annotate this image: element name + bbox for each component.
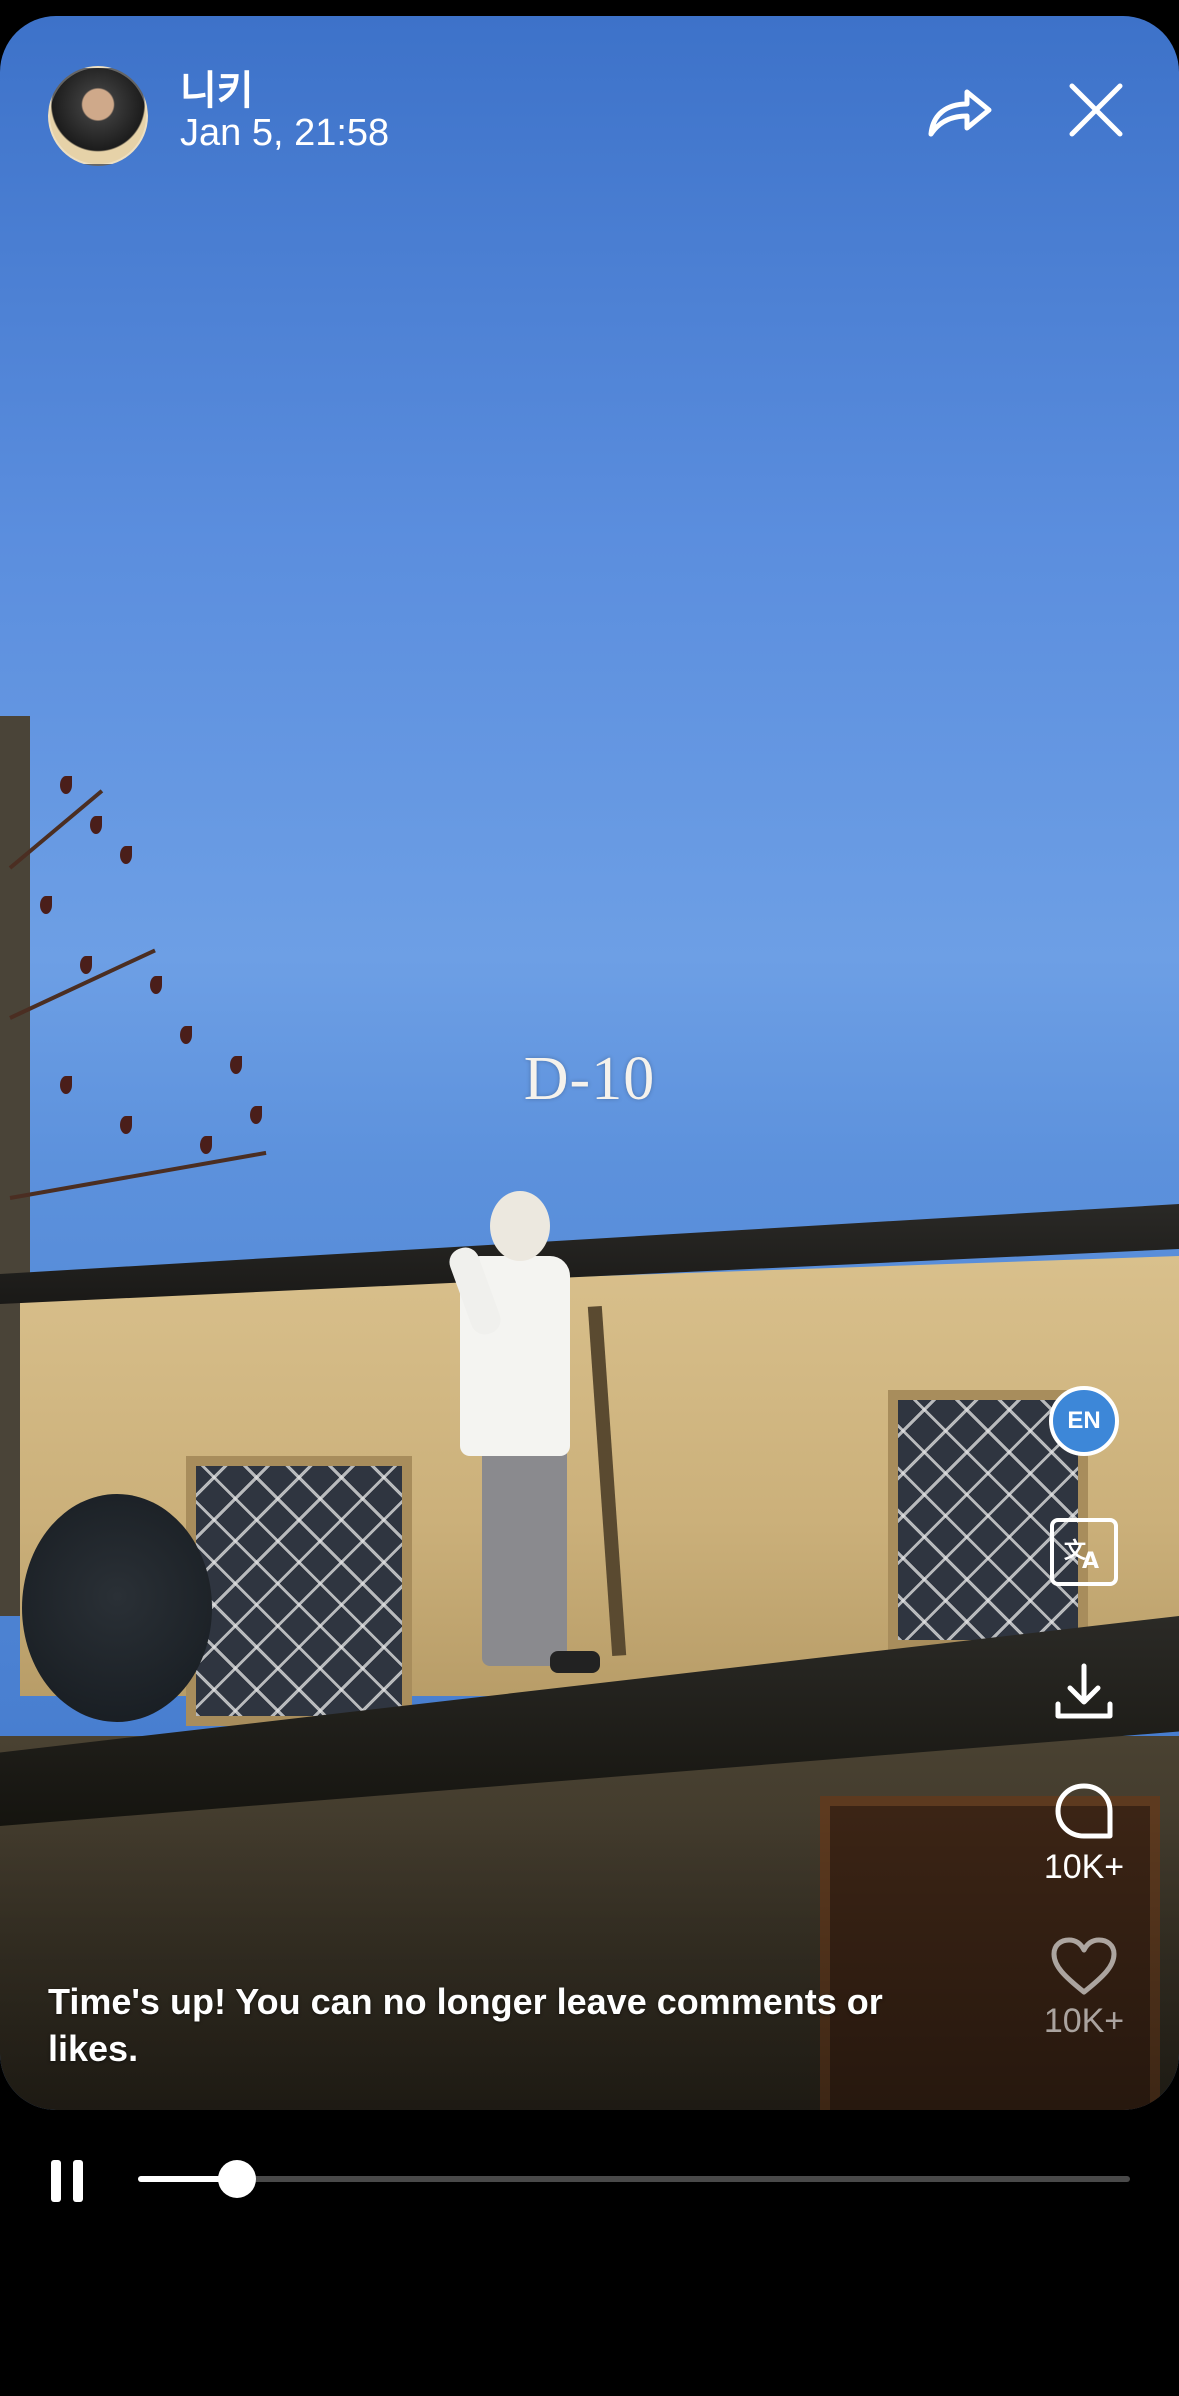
translate-button[interactable]: 文 A	[1038, 1518, 1130, 1586]
person-figure	[440, 1186, 630, 1686]
download-icon	[1055, 1663, 1113, 1719]
tree-leaf	[60, 776, 72, 794]
enhypen-logo-icon: EN	[1049, 1386, 1119, 1456]
close-button[interactable]	[1054, 70, 1138, 150]
comment-icon	[1055, 1783, 1113, 1839]
tree-leaf	[90, 816, 102, 834]
like-count: 10K+	[1043, 2002, 1125, 2040]
share-button[interactable]	[918, 70, 1002, 150]
tree-leaf	[200, 1136, 212, 1154]
close-icon	[1069, 83, 1123, 137]
progress-thumb[interactable]	[218, 2160, 257, 2198]
like-button[interactable]: 10K+	[1038, 1936, 1130, 2041]
tree-leaf	[40, 896, 52, 914]
comment-count: 10K+	[1043, 1848, 1125, 1886]
svg-text:A: A	[1082, 1549, 1099, 1572]
share-icon	[928, 89, 992, 137]
tree-leaf	[150, 976, 162, 994]
tree-leaf	[120, 1116, 132, 1134]
pause-button[interactable]	[42, 2156, 92, 2206]
post-timestamp: Jan 5, 21:58	[180, 112, 390, 154]
avatar[interactable]	[48, 66, 148, 166]
satellite-dish	[22, 1494, 212, 1722]
comment-button[interactable]: 10K+	[1038, 1780, 1130, 1887]
tree-leaf	[180, 1026, 192, 1044]
translate-icon: 文 A	[1050, 1518, 1118, 1586]
pause-icon	[51, 2160, 61, 2202]
media-card: D-10	[0, 16, 1179, 2110]
tree-branch	[9, 1150, 267, 1200]
tree-leaf	[120, 846, 132, 864]
comments-closed-notice: Time's up! You can no longer leave comme…	[48, 1981, 883, 2069]
tree-leaf	[80, 956, 92, 974]
group-badge-label: EN	[1067, 1407, 1101, 1434]
group-badge-button[interactable]: EN	[1038, 1386, 1130, 1456]
window	[186, 1456, 412, 1726]
heart-icon	[1051, 1937, 1117, 1995]
username[interactable]: 니키	[180, 58, 254, 116]
progress-bar[interactable]	[138, 2160, 1130, 2198]
download-button[interactable]	[1038, 1660, 1130, 1724]
countdown-text: D-10	[523, 1045, 656, 1113]
